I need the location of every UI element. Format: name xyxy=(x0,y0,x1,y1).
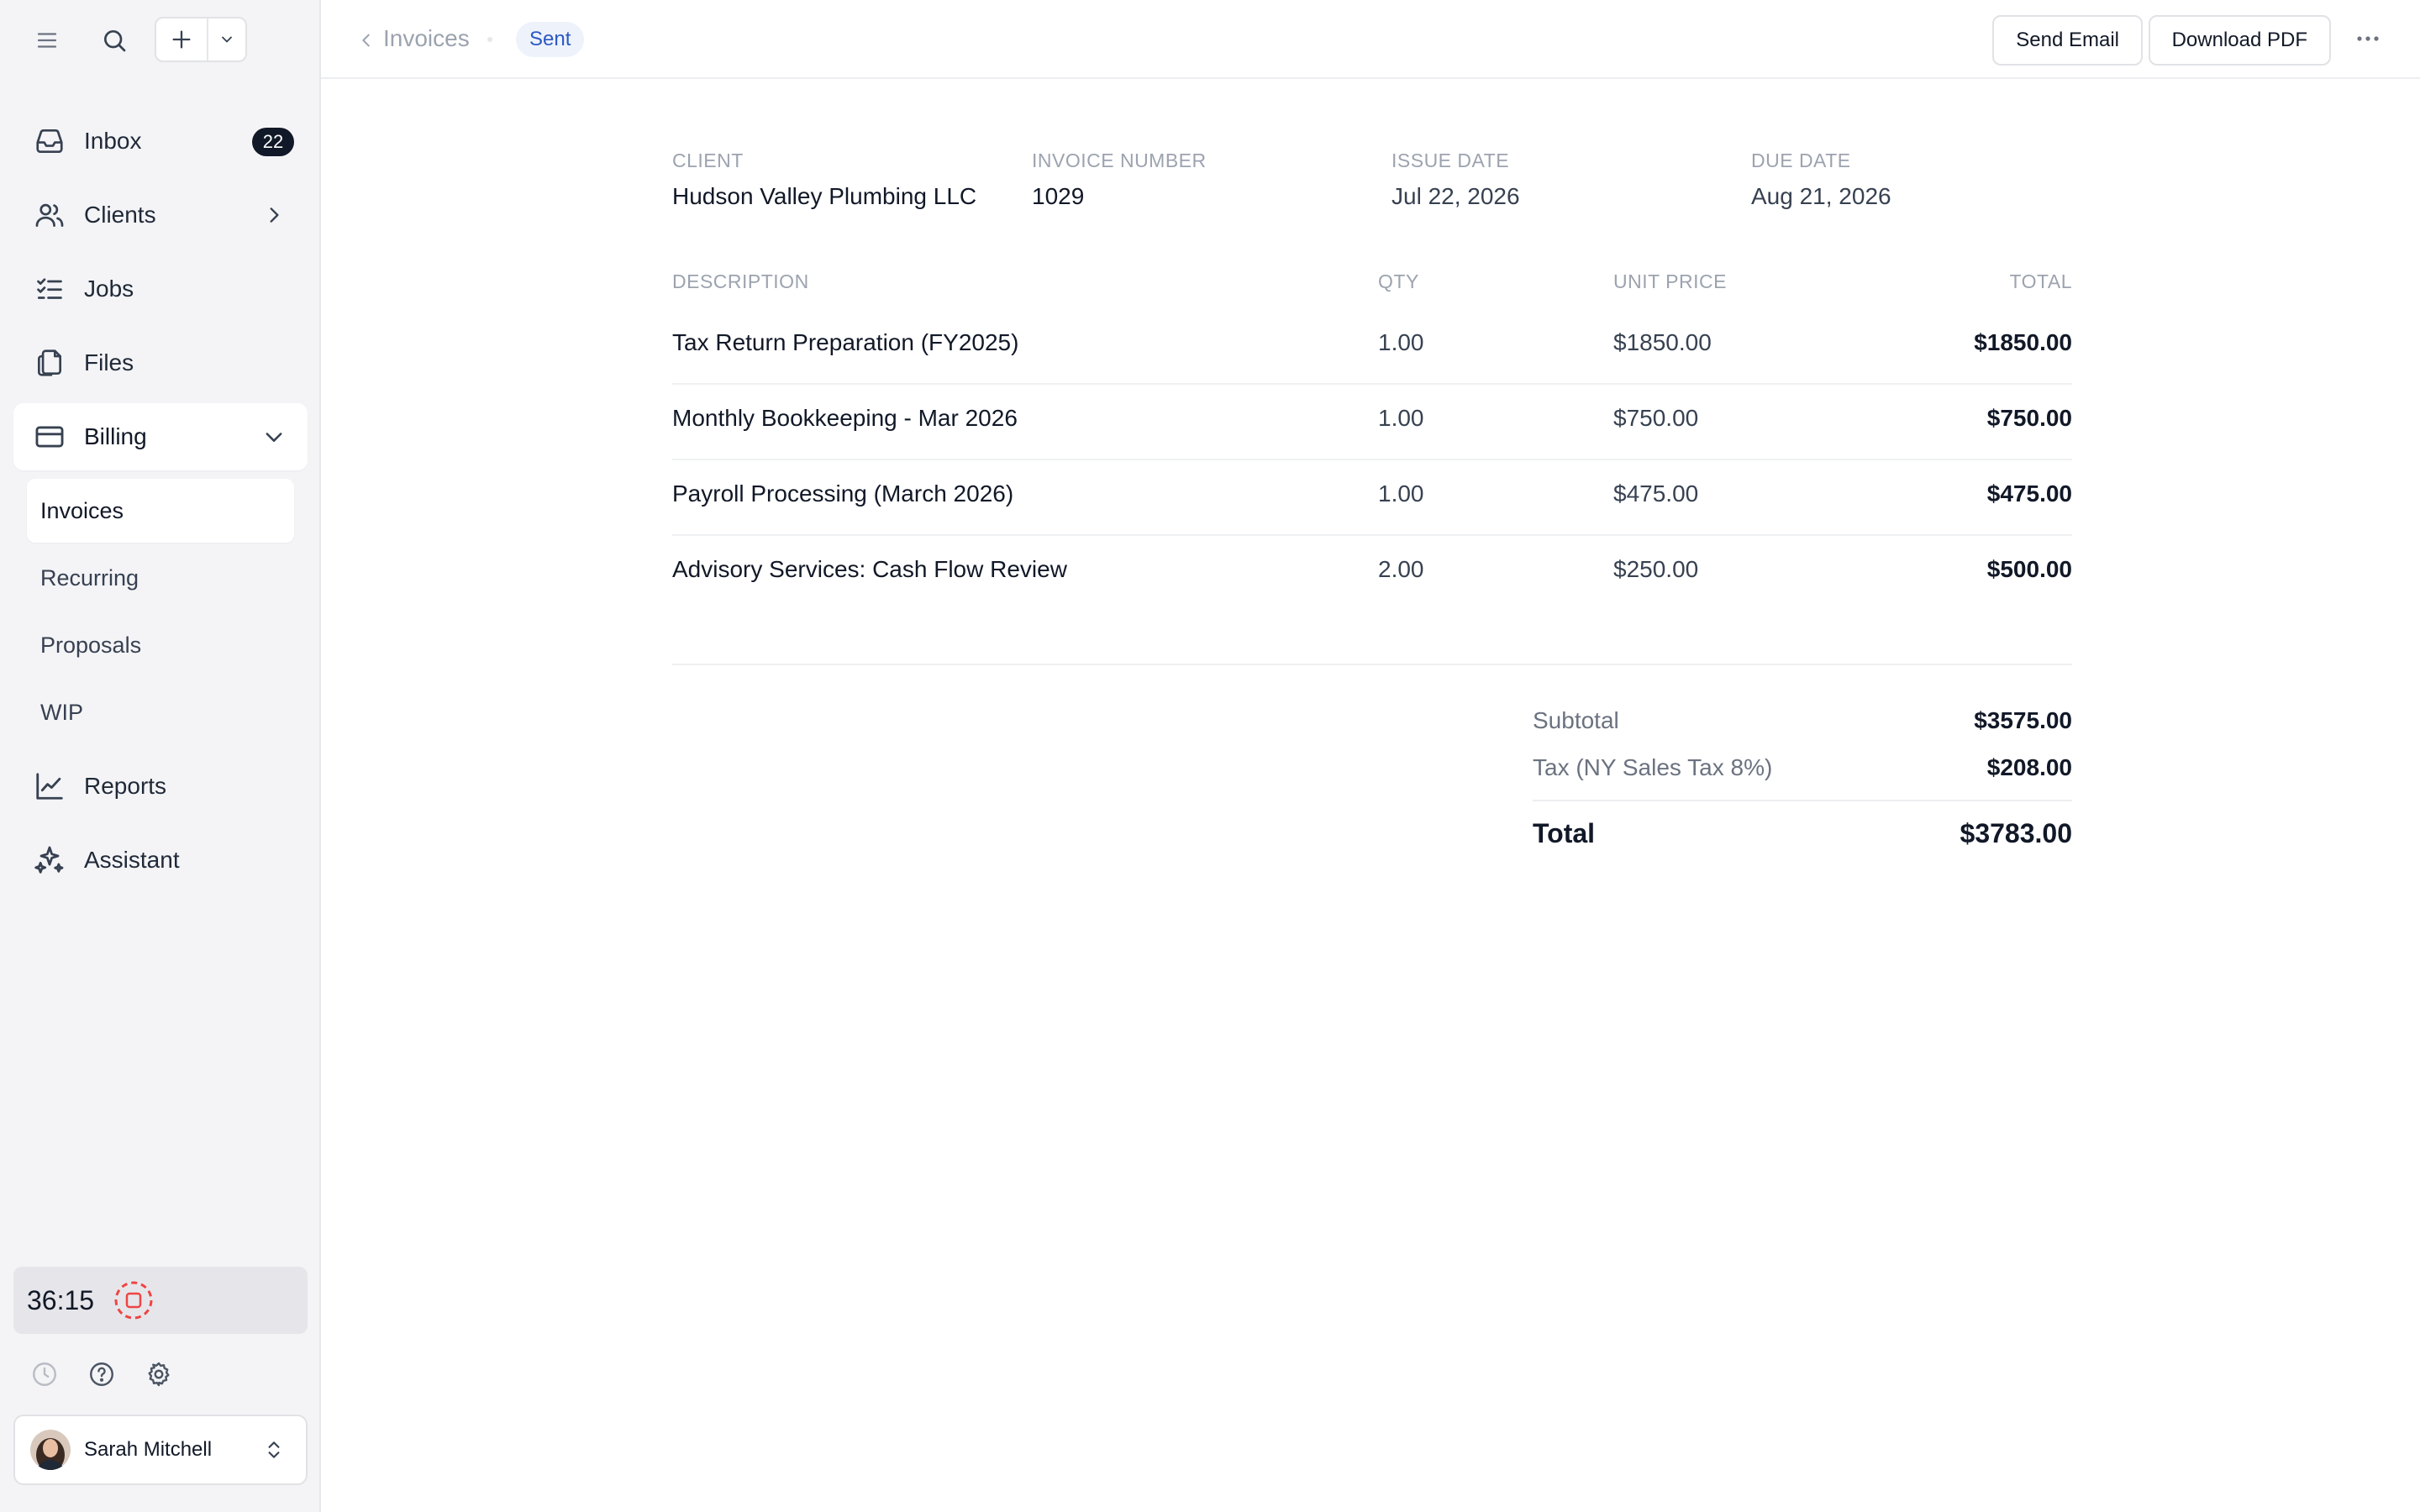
sidebar-item-label: Billing xyxy=(84,423,147,449)
menu-icon[interactable] xyxy=(30,24,64,57)
subtotal-value: $3575.00 xyxy=(1974,707,2072,733)
sidebar-item-label: Clients xyxy=(84,202,156,228)
chevron-right-icon[interactable] xyxy=(257,198,291,232)
sidebar-item-label: Jobs xyxy=(84,276,134,302)
client-label: CLIENT xyxy=(672,150,744,171)
chevron-up-down-icon xyxy=(257,1433,291,1467)
grand-total-value: $3783.00 xyxy=(1960,818,2072,848)
new-item-dropdown-button[interactable] xyxy=(208,18,245,60)
chevron-down-icon xyxy=(218,31,235,48)
new-item-button[interactable] xyxy=(156,18,208,60)
grand-total-divider xyxy=(1533,800,2072,801)
sidebar-item-jobs[interactable]: Jobs xyxy=(13,255,308,323)
help-icon[interactable] xyxy=(84,1357,119,1392)
page-header: Invoices Sent Send Email Download PDF xyxy=(321,0,2420,79)
more-options-icon[interactable] xyxy=(2349,22,2386,55)
table-row: Tax Return Preparation (FY2025) 1.00 $18… xyxy=(672,307,2072,385)
line-item-total: $475.00 xyxy=(1986,480,2072,507)
grand-total-label: Total xyxy=(1533,818,1596,848)
issue-date: Jul 22, 2026 xyxy=(1392,183,1520,209)
user-account-switcher[interactable]: Sarah Mitchell xyxy=(13,1415,308,1485)
sidebar-item-inbox[interactable]: Inbox 22 xyxy=(13,108,308,175)
subtotal-label: Subtotal xyxy=(1533,707,1619,733)
line-item-unit-price: $250.00 xyxy=(1613,556,1699,582)
table-row: Monthly Bookkeeping - Mar 2026 1.00 $750… xyxy=(672,383,2072,460)
table-row: Advisory Services: Cash Flow Review 2.00… xyxy=(672,534,2072,610)
column-header-qty: QTY xyxy=(1378,270,1419,292)
sidebar-subitem-proposals[interactable]: Proposals xyxy=(27,613,294,677)
sidebar-subitem-invoices[interactable]: Invoices xyxy=(27,479,294,543)
users-icon xyxy=(32,197,67,233)
line-item-unit-price: $1850.00 xyxy=(1613,329,1712,355)
issue-date-label: ISSUE DATE xyxy=(1392,150,1510,171)
sidebar-item-label: Files xyxy=(84,349,134,375)
sidebar-subitem-wip[interactable]: WIP xyxy=(27,680,294,744)
sidebar-item-label: Inbox xyxy=(84,128,142,154)
due-date: Aug 21, 2026 xyxy=(1751,183,1891,209)
line-item-total: $750.00 xyxy=(1986,405,2072,431)
checklist-icon xyxy=(32,271,67,307)
tax-label: Tax (NY Sales Tax 8%) xyxy=(1533,754,1773,780)
download-pdf-button[interactable]: Download PDF xyxy=(2148,15,2331,66)
line-item-unit-price: $475.00 xyxy=(1613,480,1699,507)
chevron-down-icon[interactable] xyxy=(257,420,291,454)
sidebar-item-reports[interactable]: Reports xyxy=(13,753,308,820)
time-tracker[interactable]: 36:15 xyxy=(13,1267,308,1334)
line-item-total: $1850.00 xyxy=(1974,329,2072,355)
sidebar-utility-icons xyxy=(27,1357,176,1394)
breadcrumb-separator xyxy=(487,37,492,42)
tax-value: $208.00 xyxy=(1986,754,2072,780)
column-header-total: TOTAL xyxy=(2009,270,2072,292)
new-item-button-group xyxy=(155,17,247,62)
files-icon xyxy=(32,345,67,381)
stop-recording-icon[interactable] xyxy=(113,1279,155,1321)
line-item-description: Tax Return Preparation (FY2025) xyxy=(672,329,1019,355)
inbox-icon xyxy=(32,123,67,159)
sidebar-item-clients[interactable]: Clients xyxy=(13,181,308,249)
invoice-number: 1029 xyxy=(1032,183,1085,209)
due-date-label: DUE DATE xyxy=(1751,150,1851,171)
user-name: Sarah Mitchell xyxy=(84,1438,213,1461)
sidebar-item-label: Assistant xyxy=(84,847,180,873)
search-icon[interactable] xyxy=(97,24,131,57)
timer-value: 36:15 xyxy=(27,1284,95,1315)
line-item-unit-price: $750.00 xyxy=(1613,405,1699,431)
sidebar-item-label: Reports xyxy=(84,773,167,799)
invoice-number-label: INVOICE NUMBER xyxy=(1032,150,1207,171)
sidebar: Inbox 22 Clients Jobs Files Billing Invo… xyxy=(0,0,321,1512)
sidebar-toolbar xyxy=(27,17,304,64)
chevron-left-icon[interactable] xyxy=(351,25,381,55)
sidebar-item-assistant[interactable]: Assistant xyxy=(13,827,308,894)
line-item-description: Advisory Services: Cash Flow Review xyxy=(672,556,1067,582)
sidebar-item-files[interactable]: Files xyxy=(13,329,308,396)
sidebar-item-billing[interactable]: Billing xyxy=(13,403,308,470)
sidebar-subitem-recurring[interactable]: Recurring xyxy=(27,546,294,610)
line-item-qty: 1.00 xyxy=(1378,329,1424,355)
send-email-button[interactable]: Send Email xyxy=(1992,15,2143,66)
line-item-total: $500.00 xyxy=(1986,556,2072,582)
sparkles-icon xyxy=(32,843,67,878)
line-item-qty: 2.00 xyxy=(1378,556,1424,582)
settings-gear-icon[interactable] xyxy=(141,1357,176,1392)
status-badge: Sent xyxy=(516,22,585,57)
line-item-qty: 1.00 xyxy=(1378,480,1424,507)
totals-divider xyxy=(672,664,2072,665)
credit-card-icon xyxy=(32,419,67,454)
line-chart-icon xyxy=(32,769,67,804)
line-item-description: Monthly Bookkeeping - Mar 2026 xyxy=(672,405,1018,431)
column-header-description: DESCRIPTION xyxy=(672,270,809,292)
column-header-unit-price: UNIT PRICE xyxy=(1613,270,1727,292)
inbox-count-badge: 22 xyxy=(252,128,294,156)
plus-icon xyxy=(170,28,193,51)
clock-icon[interactable] xyxy=(27,1357,62,1392)
avatar xyxy=(30,1430,71,1470)
client-name: Hudson Valley Plumbing LLC xyxy=(672,183,977,209)
breadcrumb-invoices-link[interactable]: Invoices xyxy=(383,25,470,52)
table-row: Payroll Processing (March 2026) 1.00 $47… xyxy=(672,459,2072,536)
line-item-description: Payroll Processing (March 2026) xyxy=(672,480,1014,507)
line-item-qty: 1.00 xyxy=(1378,405,1424,431)
